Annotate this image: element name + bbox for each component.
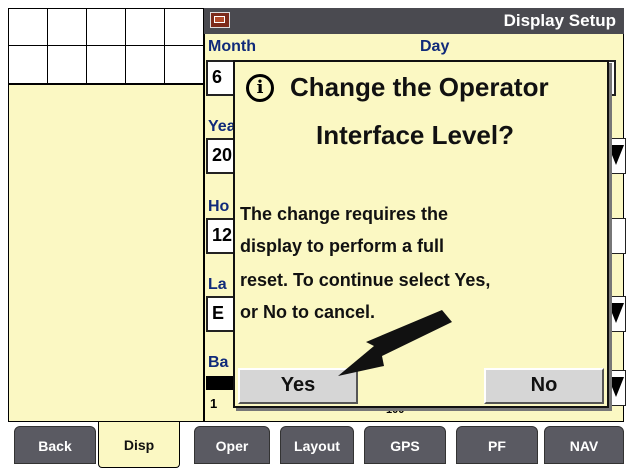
tab-layout[interactable]: Layout	[280, 426, 354, 464]
month-label: Month	[208, 38, 256, 55]
no-button[interactable]: No	[484, 368, 604, 404]
tab-nav[interactable]: NAV	[544, 426, 624, 464]
titlebar: Display Setup	[204, 8, 624, 34]
tab-gps[interactable]: GPS	[364, 426, 446, 464]
tab-pf[interactable]: PF	[456, 426, 538, 464]
grid-cell[interactable]	[164, 8, 204, 46]
grid-cell[interactable]	[164, 45, 204, 84]
page-title: Display Setup	[503, 11, 616, 30]
chevron-down-icon	[608, 303, 624, 323]
dialog-title-line-1: Change the Operator	[290, 72, 549, 102]
shortcut-grid	[8, 8, 204, 84]
grid-cell[interactable]	[8, 8, 48, 46]
dialog-message-line: reset. To continue select Yes,	[240, 270, 491, 290]
dialog-message-line: display to perform a full	[240, 236, 445, 256]
grid-cell[interactable]	[125, 45, 165, 84]
backlight-min-label: 1	[210, 396, 218, 411]
grid-cell[interactable]	[86, 45, 126, 84]
grid-cell[interactable]	[47, 8, 87, 46]
year-label: Yea	[208, 118, 236, 135]
info-icon: i	[246, 74, 274, 102]
grid-cell[interactable]	[8, 45, 48, 84]
display-setup-icon	[210, 12, 230, 28]
grid-cell[interactable]	[125, 8, 165, 46]
dialog-title-line-2: Interface Level?	[316, 120, 514, 150]
tab-oper[interactable]: Oper	[194, 426, 270, 464]
language-label: La	[208, 276, 227, 293]
pointer-arrow-icon	[338, 310, 452, 376]
chevron-down-icon	[608, 145, 624, 165]
day-label: Day	[420, 38, 450, 55]
tab-disp[interactable]: Disp	[98, 422, 180, 468]
backlight-label: Ba	[208, 354, 229, 371]
tab-back[interactable]: Back	[14, 426, 96, 464]
chevron-down-icon	[608, 377, 624, 397]
grid-cell[interactable]	[86, 8, 126, 46]
left-pane	[8, 84, 204, 422]
hour-label: Ho	[208, 198, 230, 215]
grid-cell[interactable]	[47, 45, 87, 84]
dialog-message-line: The change requires the	[240, 204, 449, 224]
